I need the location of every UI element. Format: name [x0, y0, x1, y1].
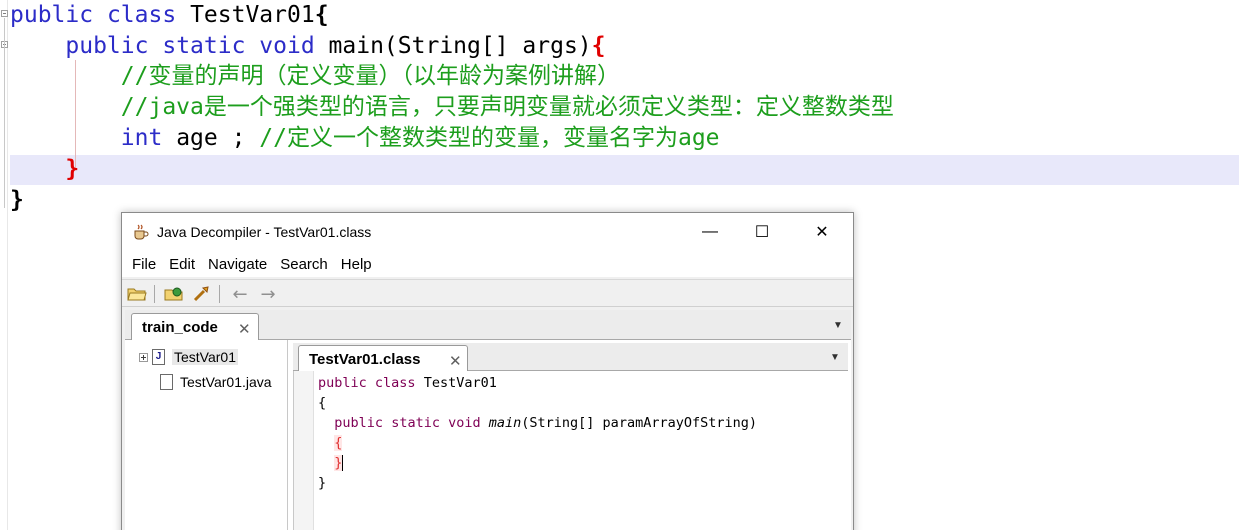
expand-icon[interactable]	[139, 352, 148, 362]
code-line-4: //java是一个强类型的语言，只要声明变量就必须定义类型：定义整数类型	[120, 94, 894, 120]
open-type-icon[interactable]	[163, 284, 185, 304]
tree-item-testvar01[interactable]: J TestVar01	[139, 346, 238, 368]
menu-help[interactable]: Help	[341, 256, 372, 273]
close-button[interactable]: ✕	[799, 213, 845, 251]
code-line-7: }	[10, 187, 24, 213]
code-line-5: int age ; //定义一个整数类型的变量，变量名字为age	[120, 125, 720, 151]
forward-arrow-icon[interactable]: →	[257, 284, 279, 305]
tab-label: TestVar01.class	[309, 351, 421, 368]
toolbar: ← →	[122, 279, 853, 307]
current-line-highlight	[10, 155, 1239, 185]
java-class-icon: J	[152, 349, 165, 365]
decompiled-code-panel[interactable]: public class TestVar01 { public static v…	[293, 371, 848, 530]
tab-testvar01-class[interactable]: TestVar01.class ✕	[298, 345, 468, 373]
search-type-icon[interactable]	[190, 284, 212, 304]
close-tab-icon[interactable]: ✕	[449, 352, 462, 370]
jd-code-line-1: public class TestVar01	[318, 375, 497, 391]
inner-tab-bar: TestVar01.class ✕ ▼	[293, 343, 848, 373]
java-decompiler-window[interactable]: Java Decompiler - TestVar01.class — ☐ ✕ …	[121, 212, 854, 530]
menu-search[interactable]: Search	[280, 256, 328, 273]
menu-file[interactable]: File	[132, 256, 156, 273]
content-area: J TestVar01 TestVar01.java TestVar01.cla…	[125, 340, 851, 530]
jd-code-line-3: public static void main(String[] paramAr…	[334, 415, 757, 431]
jd-code-line-6: }	[318, 475, 327, 491]
minimize-button[interactable]: —	[687, 213, 733, 251]
code-line-1: public class TestVar01{	[10, 2, 329, 28]
jd-code-line-5: }	[334, 455, 344, 471]
menu-bar: File Edit Navigate Search Help	[122, 251, 853, 277]
coffee-cup-icon	[134, 224, 149, 240]
title-bar[interactable]: Java Decompiler - TestVar01.class — ☐ ✕	[122, 213, 853, 251]
file-icon	[160, 374, 173, 390]
menu-edit[interactable]: Edit	[169, 256, 195, 273]
code-line-3: //变量的声明（定义变量）（以年龄为案例讲解）	[120, 63, 620, 89]
jd-code-line-2: {	[318, 395, 327, 411]
close-tab-icon[interactable]: ✕	[238, 320, 251, 338]
maximize-button[interactable]: ☐	[739, 213, 785, 251]
back-arrow-icon[interactable]: ←	[229, 284, 251, 305]
tree-item-label: TestVar01	[172, 349, 238, 365]
menu-navigate[interactable]: Navigate	[208, 256, 267, 273]
code-line-6: }	[65, 156, 80, 182]
tree-item-label: TestVar01.java	[180, 374, 272, 390]
open-folder-icon[interactable]	[126, 284, 148, 304]
fold-class-icon[interactable]	[1, 10, 8, 17]
tree-item-testvar01-java[interactable]: TestVar01.java	[160, 371, 272, 393]
fold-range-line	[4, 18, 5, 208]
file-tree[interactable]: J TestVar01 TestVar01.java	[125, 340, 288, 530]
code-line-2: public static void main(String[] args){	[65, 33, 606, 59]
jd-code-line-4: {	[334, 435, 343, 451]
tab-label: train_code	[142, 319, 218, 336]
text-caret	[342, 455, 344, 471]
window-title: Java Decompiler - TestVar01.class	[157, 224, 372, 240]
code-gutter	[294, 371, 314, 530]
tab-train-code[interactable]: train_code ✕	[131, 313, 259, 341]
outer-tab-bar: train_code ✕ ▼	[125, 310, 851, 341]
tab-list-dropdown-icon[interactable]: ▼	[833, 320, 843, 331]
tab-list-dropdown-icon[interactable]: ▼	[830, 352, 840, 363]
